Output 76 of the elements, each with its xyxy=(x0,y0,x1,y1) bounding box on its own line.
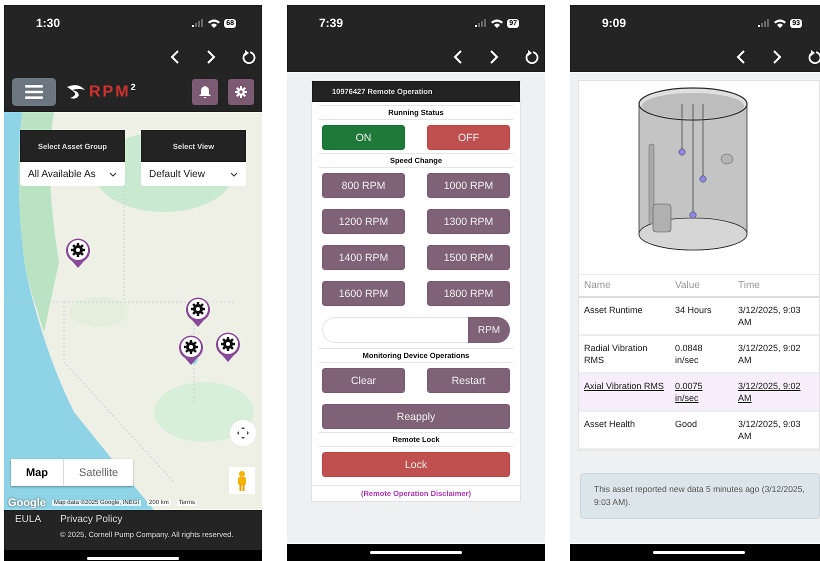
table-row[interactable]: Asset Runtime 34 Hours 3/12/2025, 9:03 AM xyxy=(579,297,819,335)
wifi-icon xyxy=(774,18,786,28)
settings-button[interactable] xyxy=(228,79,254,105)
table-cell: 3/12/2025, 9:03 AM xyxy=(738,419,801,441)
table-cell: Asset Runtime xyxy=(584,305,643,315)
settings-icon xyxy=(235,86,247,98)
column-header: Name xyxy=(579,274,670,297)
back-icon[interactable] xyxy=(170,50,180,64)
table-cell: 3/12/2025, 9:02 AM xyxy=(738,381,801,403)
action-button[interactable]: 1400 RPM xyxy=(322,245,405,270)
map-pin[interactable] xyxy=(177,334,205,366)
status-time: 1:30 xyxy=(36,16,60,30)
map-pin[interactable] xyxy=(184,296,212,328)
forward-icon[interactable] xyxy=(489,50,499,64)
reload-icon[interactable] xyxy=(808,50,820,64)
forward-icon[interactable] xyxy=(772,50,782,64)
forward-icon[interactable] xyxy=(206,50,216,64)
person-icon xyxy=(237,470,247,490)
action-button[interactable]: ON xyxy=(322,125,405,150)
table-cell: Radial Vibration RMS xyxy=(584,343,648,365)
table-cell: Good xyxy=(675,419,698,429)
signal-icon xyxy=(475,19,488,27)
dropdown[interactable]: Default View xyxy=(141,162,246,186)
map-provider-logo: Google xyxy=(8,497,46,509)
back-icon[interactable] xyxy=(736,50,746,64)
action-button[interactable]: 1200 RPM xyxy=(322,209,405,234)
action-button[interactable]: Reapply xyxy=(322,404,510,429)
rpm-input-field[interactable] xyxy=(322,317,468,343)
menu-button[interactable] xyxy=(12,78,56,106)
reload-icon[interactable] xyxy=(242,50,256,64)
menu-icon xyxy=(25,85,43,99)
footer-link[interactable]: Privacy Policy xyxy=(60,514,122,525)
column-header: Value xyxy=(670,274,733,297)
map-type-tab[interactable]: Satellite xyxy=(64,459,134,486)
signal-icon xyxy=(758,19,770,27)
action-button[interactable]: 1500 RPM xyxy=(427,245,510,270)
swoosh-logo-icon xyxy=(66,84,86,100)
action-button[interactable]: 1600 RPM xyxy=(322,281,405,306)
arrows-icon xyxy=(237,427,249,439)
dropdown[interactable]: All Available As xyxy=(20,162,125,186)
table-cell: 3/12/2025, 9:02 AM xyxy=(738,343,801,365)
status-time: 7:39 xyxy=(319,16,344,30)
status-time: 9:09 xyxy=(602,16,626,30)
unit-label: RPM xyxy=(468,317,510,343)
table-cell: 34 Hours xyxy=(675,305,712,315)
column-header: Time xyxy=(733,274,819,297)
table-cell: Axial Vibration RMS xyxy=(584,381,664,391)
table-cell: 3/12/2025, 9:03 AM xyxy=(738,305,801,327)
back-icon[interactable] xyxy=(453,50,463,64)
bell-icon xyxy=(199,86,211,98)
map-type-tab[interactable]: Map xyxy=(11,459,64,486)
logo-text: RPM$^{2}$ xyxy=(89,82,138,102)
action-button[interactable]: 1000 RPM xyxy=(427,173,510,198)
table-row[interactable]: Asset Health Good 3/12/2025, 9:03 AM xyxy=(579,411,819,449)
action-button[interactable]: Clear xyxy=(322,368,405,393)
reload-icon[interactable] xyxy=(525,50,539,64)
action-button[interactable]: Restart xyxy=(427,368,510,393)
table-cell: 0.0848 in/sec xyxy=(675,343,703,365)
wifi-icon xyxy=(491,18,504,28)
chevron-down-icon xyxy=(230,172,238,176)
map-pin[interactable] xyxy=(214,331,242,363)
info-notice: This asset reported new data 5 minutes ago (3/12/2025, 9:03 AM). xyxy=(580,473,820,519)
wifi-icon xyxy=(208,18,220,28)
action-button[interactable]: 1800 RPM xyxy=(427,281,510,306)
action-button[interactable]: Lock xyxy=(322,452,510,477)
footer-link[interactable]: EULA xyxy=(15,514,42,525)
action-button[interactable]: OFF xyxy=(427,125,510,150)
table-row[interactable]: Axial Vibration RMS 0.0075 in/sec 3/12/2025, 9:02 AM xyxy=(579,373,819,411)
table-cell: Asset Health xyxy=(584,419,636,429)
map-pin[interactable] xyxy=(64,237,92,269)
action-button[interactable]: 1300 RPM xyxy=(427,209,510,234)
signal-icon xyxy=(192,19,204,27)
notifications-button[interactable] xyxy=(192,79,218,105)
table-cell: 0.0075 in/sec xyxy=(675,381,703,403)
action-button[interactable]: 800 RPM xyxy=(322,173,405,198)
chevron-down-icon xyxy=(109,172,117,176)
